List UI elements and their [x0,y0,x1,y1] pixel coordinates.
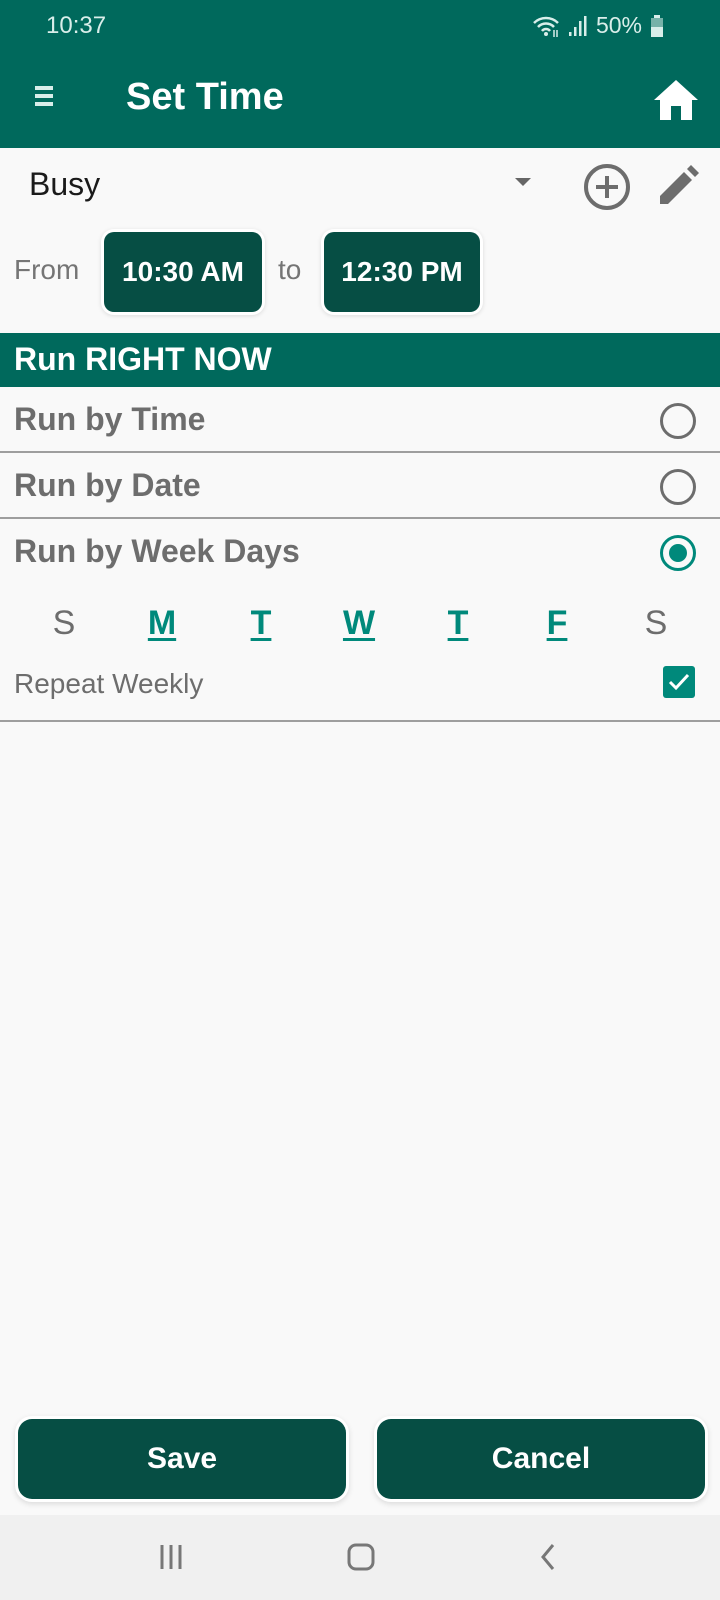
status-bar: 10:37 50% [0,0,720,52]
back-icon[interactable] [519,1537,579,1577]
add-circle-icon[interactable] [582,162,632,212]
pencil-icon[interactable] [652,162,702,212]
repeat-weekly-row: Repeat Weekly [0,658,720,722]
cancel-button[interactable]: Cancel [377,1419,705,1499]
option-run-by-date[interactable]: Run by Date [0,453,720,519]
option-label: Run by Week Days [14,533,300,569]
battery-percent: 50% [595,12,642,38]
repeat-weekly-checkbox[interactable] [663,666,695,698]
checkmark-icon [668,673,690,691]
profile-value: Busy [29,166,101,202]
header: 10:37 50% Set Time [0,0,720,148]
repeat-weekly-label: Repeat Weekly [14,668,204,699]
option-label: Run by Date [14,467,201,503]
radio-button[interactable] [660,469,696,505]
section-header-label: Run RIGHT NOW [14,341,272,377]
hamburger-menu-icon[interactable] [30,82,58,118]
dropdown-arrow-icon [515,178,531,186]
option-run-by-time[interactable]: Run by Time [0,387,720,453]
signal-icon [568,15,588,37]
home-icon[interactable] [652,78,700,122]
wifi-icon [532,14,560,38]
from-label: From [14,254,80,285]
from-time-button[interactable]: 10:30 AM [104,232,262,312]
day-wednesday[interactable]: W [329,604,389,643]
time-range-row: From 10:30 AM to 12:30 PM [0,228,720,312]
to-time-button[interactable]: 12:30 PM [324,232,480,312]
radio-button-selected[interactable] [660,535,696,571]
profile-dropdown[interactable]: Busy [0,150,550,222]
day-saturday[interactable]: S [626,604,686,643]
run-right-now-header[interactable]: Run RIGHT NOW [0,333,720,387]
day-thursday[interactable]: T [428,604,488,643]
home-nav-icon[interactable] [331,1537,391,1577]
option-run-by-week-days[interactable]: Run by Week Days [0,519,720,585]
day-sunday[interactable]: S [34,604,94,643]
divider [0,720,720,722]
profile-row: Busy [0,150,720,222]
battery-icon [650,14,664,38]
system-nav-bar [0,1515,720,1600]
day-tuesday[interactable]: T [231,604,291,643]
status-icons: 50% [532,12,664,39]
day-monday[interactable]: M [132,604,192,643]
to-label: to [278,254,302,285]
app-bar: Set Time [0,52,720,148]
page-title: Set Time [126,76,284,118]
recent-apps-icon[interactable] [144,1537,204,1577]
day-friday[interactable]: F [527,604,587,643]
save-button[interactable]: Save [18,1419,346,1499]
weekday-selector: S M T W T F S [0,598,720,654]
radio-button[interactable] [660,403,696,439]
status-time: 10:37 [46,12,107,39]
option-label: Run by Time [14,401,206,437]
